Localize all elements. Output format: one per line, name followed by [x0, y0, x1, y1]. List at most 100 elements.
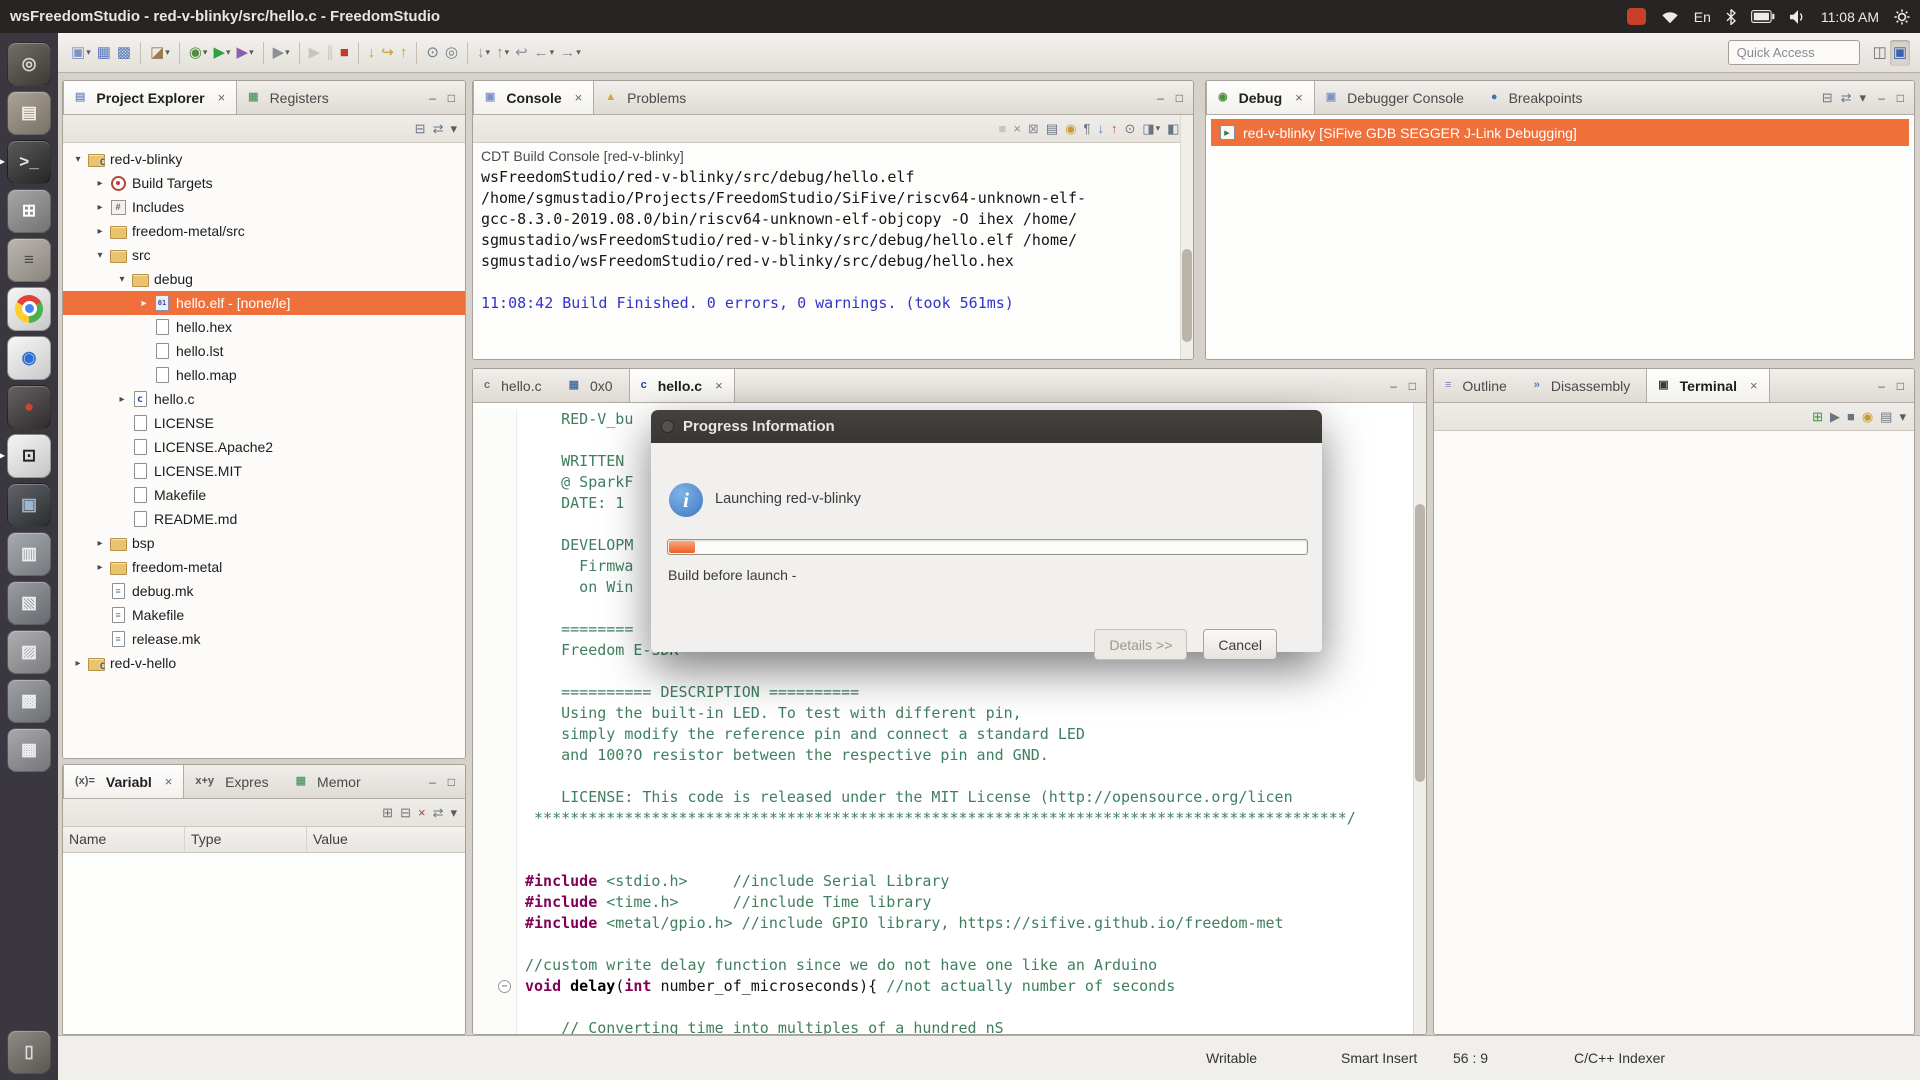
terminate-button[interactable]: ■	[337, 40, 352, 66]
clock[interactable]: 11:08 AM	[1821, 9, 1879, 25]
maximize-button[interactable]: □	[1897, 92, 1904, 104]
freedom-studio[interactable]: ▸ ⊡	[0, 431, 58, 480]
utility-1[interactable]: ▥	[0, 529, 58, 578]
tree-item[interactable]: hello.hex	[63, 315, 465, 339]
tree-expander-icon[interactable]: ▸	[91, 562, 109, 573]
tree-item[interactable]: ▸ bsp	[63, 531, 465, 555]
utility-4[interactable]: ▩	[0, 676, 58, 725]
trash[interactable]: ▯	[0, 1027, 58, 1076]
tree-expander-icon[interactable]: ▾	[91, 250, 109, 261]
dialog-titlebar[interactable]: Progress Information	[651, 410, 1322, 443]
minimize-button[interactable]: –	[1878, 92, 1885, 104]
project-tree[interactable]: ▾ red-v-blinky ▸ Build Targets ▸ Include…	[63, 143, 465, 758]
tree-item[interactable]: ▾ src	[63, 243, 465, 267]
editor-tab[interactable]: c hello.c	[473, 369, 558, 402]
link-with-editor-toggle[interactable]: ⇄	[433, 122, 444, 135]
recorder-app[interactable]: ●	[0, 382, 58, 431]
minimize-button[interactable]: –	[1390, 380, 1397, 392]
back-button[interactable]: ← ▾	[531, 40, 558, 66]
pin-console-toggle[interactable]: ⊙	[1124, 122, 1135, 135]
connect-terminal-button[interactable]: ▶	[1830, 410, 1840, 423]
minimize-button[interactable]: –	[429, 92, 436, 104]
column-header[interactable]: Name	[63, 827, 185, 852]
cancel-button[interactable]: Cancel	[1203, 629, 1277, 660]
volume-icon[interactable]	[1790, 10, 1806, 24]
dialog-close-icon[interactable]	[661, 420, 674, 433]
tab-close-icon[interactable]: ×	[715, 378, 723, 393]
new-terminal-button[interactable]: ⊞	[1812, 410, 1823, 423]
word-wrap-toggle[interactable]: ¶	[1083, 122, 1090, 135]
view-tab[interactable]: ▣ Terminal ×	[1646, 369, 1769, 402]
editor-tab[interactable]: c hello.c ×	[629, 369, 735, 402]
scrollbar-thumb[interactable]	[1415, 504, 1425, 782]
external-tools-button[interactable]: ▶ ▾	[270, 40, 293, 66]
tree-item[interactable]: ▾ red-v-blinky	[63, 147, 465, 171]
vars-link-button[interactable]: ⇄	[433, 806, 444, 819]
console-scrollbar[interactable]	[1180, 115, 1193, 359]
step-return-button[interactable]: ↑	[397, 40, 411, 66]
tab-close-icon[interactable]: ×	[1295, 90, 1303, 105]
view-tab[interactable]: ▦ Registers	[237, 81, 345, 114]
fold-icon[interactable]: −	[498, 980, 511, 993]
tree-item[interactable]: Makefile	[63, 603, 465, 627]
dash-home[interactable]: ◎	[0, 39, 58, 88]
tab-close-icon[interactable]: ×	[165, 774, 173, 789]
tree-item[interactable]: README.md	[63, 507, 465, 531]
terminate-console-button[interactable]: ■	[998, 122, 1006, 135]
tree-item[interactable]: ▸ Build Targets	[63, 171, 465, 195]
view-tab[interactable]: ▦ Memor	[285, 765, 377, 798]
quick-access-input[interactable]	[1728, 40, 1860, 65]
save-button[interactable]: ▦	[94, 40, 114, 66]
utility-5[interactable]: ▦	[0, 725, 58, 774]
session-gear-icon[interactable]	[1894, 9, 1910, 25]
maximize-button[interactable]: □	[1897, 380, 1904, 392]
tree-expander-icon[interactable]: ▸	[135, 298, 153, 309]
remove-launch-button[interactable]: ×	[1013, 122, 1021, 135]
maximize-button[interactable]: □	[1176, 92, 1183, 104]
cpp-perspective-button[interactable]: ▣	[1890, 40, 1910, 66]
tree-item[interactable]: LICENSE.Apache2	[63, 435, 465, 459]
profile-button[interactable]: ▶ ▾	[234, 40, 257, 66]
view-tab[interactable]: (x)= Variabl ×	[63, 765, 184, 798]
terminal-scroll-lock-toggle[interactable]: ◉	[1862, 410, 1873, 423]
wifi-icon[interactable]	[1661, 10, 1679, 24]
view-tab[interactable]: ◉ Debug ×	[1206, 81, 1315, 114]
tree-item[interactable]: Makefile	[63, 483, 465, 507]
calculator[interactable]: ⊞	[0, 186, 58, 235]
search-button[interactable]: ⊙	[423, 40, 442, 66]
tree-expander-icon[interactable]: ▾	[69, 154, 87, 165]
last-edit-location-button[interactable]: ↩	[512, 40, 531, 66]
tree-expander-icon[interactable]: ▾	[113, 274, 131, 285]
collapse-all-button[interactable]: ⊟	[415, 122, 426, 135]
forward-button[interactable]: → ▾	[557, 40, 584, 66]
tab-close-icon[interactable]: ×	[1750, 378, 1758, 393]
utility-3[interactable]: ▨	[0, 627, 58, 676]
debug-link-button[interactable]: ⇄	[1841, 91, 1852, 104]
resume-button[interactable]: ▶	[306, 40, 324, 66]
keyboard-layout-indicator[interactable]: En	[1694, 9, 1711, 25]
editor-tab[interactable]: ▦ 0x0	[558, 369, 629, 402]
view-tab[interactable]: x+y Expres	[184, 765, 284, 798]
vars-collapse-all-button[interactable]: ⊟	[400, 806, 411, 819]
maximize-button[interactable]: □	[448, 92, 455, 104]
show-stdout-toggle[interactable]: ↓	[1097, 122, 1104, 135]
tree-expander-icon[interactable]: ▸	[113, 394, 131, 405]
minimize-button[interactable]: –	[1878, 380, 1885, 392]
build-button[interactable]: ◪ ▾	[147, 40, 173, 66]
view-tab[interactable]: » Disassembly	[1523, 369, 1646, 402]
tree-expander-icon[interactable]: ▸	[91, 226, 109, 237]
details-button[interactable]: Details >>	[1094, 629, 1187, 660]
tree-item[interactable]: ▸ hello.c	[63, 387, 465, 411]
vars-view-menu-button[interactable]: ▾	[450, 806, 457, 819]
debug-launch-item[interactable]: red-v-blinky [SiFive GDB SEGGER J-Link D…	[1211, 119, 1909, 146]
clear-console-button[interactable]: ▤	[1046, 122, 1058, 135]
utility-2[interactable]: ▧	[0, 578, 58, 627]
debug-view-menu-button[interactable]: ▾	[1860, 91, 1867, 104]
disconnect-terminal-button[interactable]: ■	[1847, 410, 1855, 423]
tab-close-icon[interactable]: ×	[218, 90, 226, 105]
tree-item[interactable]: LICENSE.MIT	[63, 459, 465, 483]
text-editor[interactable]: ≡	[0, 235, 58, 284]
terminal-view[interactable]	[1434, 431, 1914, 1034]
tree-expander-icon[interactable]: ▸	[69, 658, 87, 669]
dark-ide[interactable]: ▣	[0, 480, 58, 529]
